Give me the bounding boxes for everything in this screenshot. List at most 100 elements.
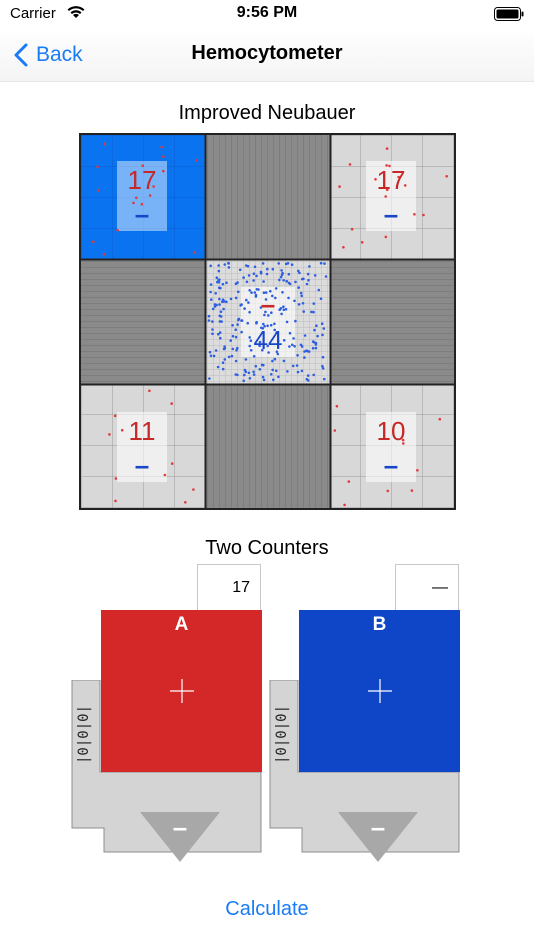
square-bottom-right-minus[interactable]: – (384, 450, 398, 480)
cell-dot (302, 277, 305, 281)
cell-dot (211, 307, 215, 311)
cell-dot (217, 264, 220, 267)
cell-dot (284, 307, 288, 311)
cell-dot (170, 402, 173, 405)
cell-dot (286, 262, 290, 265)
cell-dot (247, 274, 251, 277)
cell-dot (287, 296, 290, 300)
square-center[interactable] (206, 260, 330, 384)
cell-dot (227, 355, 231, 359)
cell-dot (223, 345, 226, 348)
cell-dot (277, 375, 280, 379)
cell-dot (266, 267, 269, 271)
cell-dot (271, 368, 274, 372)
cell-dot (321, 355, 325, 359)
square-bottom-left-count: 11 (129, 416, 156, 446)
cell-dot (305, 282, 309, 286)
cell-dot (282, 279, 285, 282)
cell-dot (214, 349, 218, 352)
cell-dot (170, 462, 174, 465)
cell-dot (210, 298, 213, 301)
cell-dot (313, 328, 316, 332)
cell-dot (317, 288, 321, 292)
cell-dot (195, 159, 199, 162)
cell-dot (272, 378, 275, 382)
cell-dot (247, 301, 250, 304)
cell-dot (223, 358, 227, 361)
counter-a-tally: |0|0|0| (76, 705, 92, 764)
cell-dot (306, 374, 310, 377)
cell-dot (148, 389, 151, 393)
cell-dot (290, 263, 294, 266)
cell-dot (223, 263, 227, 266)
square-middle-left (81, 260, 205, 384)
cell-dot (274, 287, 278, 290)
cell-dot (306, 349, 309, 353)
cell-dot (285, 320, 289, 324)
square-top-right[interactable] (331, 135, 454, 259)
cell-dot (236, 323, 239, 326)
cell-dot (293, 345, 296, 348)
cell-dot (279, 275, 283, 279)
cell-dot (350, 227, 354, 231)
counter-b-minus-label: – (371, 812, 385, 842)
counter-a: 17 |0|0|0| A – (70, 564, 264, 862)
counter-a-minus-button[interactable]: – (140, 812, 220, 864)
square-bottom-left-minus[interactable]: – (135, 450, 149, 480)
cell-dot (278, 278, 281, 282)
square-top-left-minus[interactable]: – (135, 199, 149, 229)
cell-dot (282, 308, 286, 312)
counter-b-pad[interactable]: B (299, 610, 460, 772)
cell-dot (288, 345, 291, 348)
cell-dot (216, 280, 219, 284)
plus-icon (170, 679, 194, 703)
cell-dot (96, 165, 99, 169)
square-center-minus[interactable]: – (261, 289, 275, 319)
counters-title: Two Counters (205, 537, 329, 559)
square-top-left[interactable] (81, 135, 205, 259)
cell-dot (162, 155, 165, 158)
counter-b-minus-button[interactable]: – (338, 812, 418, 864)
cell-dot (97, 189, 100, 192)
cell-dot (294, 280, 297, 284)
cell-dot (270, 373, 273, 376)
counter-a-pad[interactable]: A (101, 610, 262, 772)
square-bottom-left[interactable] (81, 385, 205, 508)
cell-dot (321, 367, 325, 370)
cell-dot (211, 320, 214, 323)
clock: 9:56 PM (236, 4, 298, 21)
cell-dot (294, 319, 297, 323)
cell-dot (282, 305, 285, 308)
cell-dot (229, 339, 232, 342)
cell-dot (282, 339, 286, 342)
cell-dot (252, 370, 255, 374)
cell-dot (320, 322, 324, 325)
cell-dot (297, 303, 301, 306)
square-bottom-right[interactable] (331, 385, 454, 508)
counter-a-label: A (174, 614, 189, 635)
cell-dot (291, 343, 294, 347)
cell-dot (410, 489, 414, 492)
cell-dot (225, 281, 228, 285)
cell-dot (215, 276, 219, 279)
square-top-right-minus[interactable]: – (384, 199, 398, 229)
cell-dot (238, 268, 242, 272)
cell-dot (217, 269, 221, 273)
calculate-button[interactable]: Calculate (0, 898, 534, 921)
cell-dot (252, 355, 256, 358)
cell-dot (307, 278, 310, 282)
cell-dot (114, 477, 118, 480)
square-middle-right (331, 260, 454, 384)
cell-dot (248, 336, 251, 339)
cell-dot (279, 307, 283, 310)
cell-dot (319, 297, 323, 301)
cell-dot (281, 291, 284, 294)
cell-dot (296, 370, 300, 374)
cell-dot (413, 213, 416, 216)
cell-dot (261, 375, 265, 379)
cell-dot (207, 314, 211, 318)
cell-dot (298, 271, 301, 275)
cell-dot (335, 404, 339, 408)
cell-dot (231, 334, 235, 338)
cell-dot (348, 163, 352, 166)
